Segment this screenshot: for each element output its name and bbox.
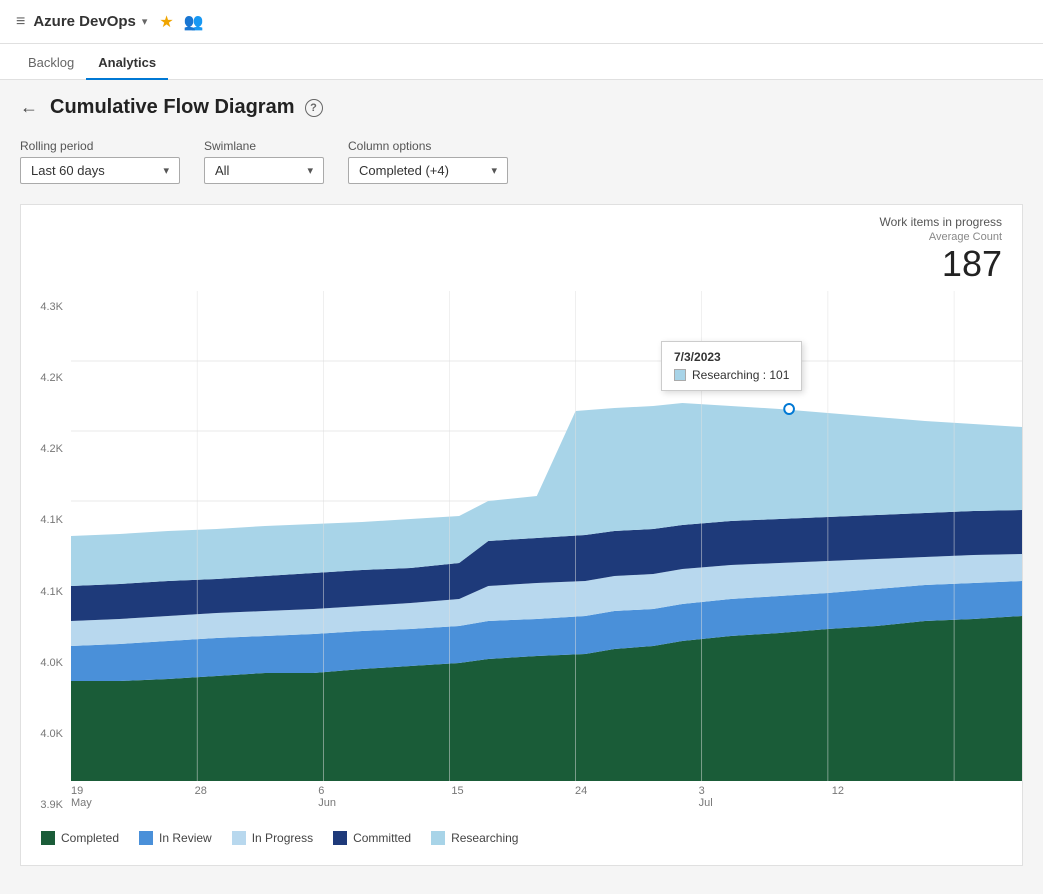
legend-researching: Researching (431, 831, 518, 845)
swimlane-value: All (215, 163, 229, 178)
x-axis: 19May 28 6Jun 15 24 3Jul (71, 785, 1022, 821)
legend-committed-label: Committed (353, 831, 411, 845)
legend-researching-box (431, 831, 445, 845)
y-label-2: 4.2K (21, 372, 71, 384)
swimlane-label: Swimlane (204, 139, 324, 153)
legend-in-review-box (139, 831, 153, 845)
legend-researching-label: Researching (451, 831, 518, 845)
chart-container: Work items in progress Average Count 187… (20, 204, 1023, 866)
y-label-5: 4.1K (21, 586, 71, 598)
legend-in-progress: In Progress (232, 831, 313, 845)
x-label-jun6: 6Jun (318, 785, 336, 809)
stats-value: 187 (21, 243, 1002, 285)
page-content: ← Cumulative Flow Diagram ? Rolling peri… (0, 80, 1043, 894)
x-label-may19: 19May (71, 785, 92, 809)
legend-in-review: In Review (139, 831, 212, 845)
legend-committed-box (333, 831, 347, 845)
app-header: ≡ Azure DevOps ▾ ★ 👥 (0, 0, 1043, 44)
people-icon[interactable]: 👥 (184, 12, 204, 32)
y-label-4: 4.1K (21, 514, 71, 526)
tab-backlog[interactable]: Backlog (16, 47, 86, 80)
swimlane-select[interactable]: All ▾ (204, 157, 324, 184)
column-options-value: Completed (+4) (359, 163, 449, 178)
legend-committed: Committed (333, 831, 411, 845)
y-label-8: 3.9K (21, 799, 71, 811)
rolling-period-select[interactable]: Last 60 days ▾ (20, 157, 180, 184)
legend-completed-box (41, 831, 55, 845)
help-icon[interactable]: ? (305, 99, 323, 117)
nav-tabs: Backlog Analytics (0, 44, 1043, 80)
swimlane-chevron: ▾ (307, 164, 313, 177)
filters-row: Rolling period Last 60 days ▾ Swimlane A… (20, 139, 1023, 184)
x-label-12: 12 (832, 785, 844, 797)
cumulative-flow-chart[interactable] (71, 291, 1022, 781)
chart-stats: Work items in progress Average Count 187 (21, 215, 1022, 291)
legend-completed: Completed (41, 831, 119, 845)
legend-completed-label: Completed (61, 831, 119, 845)
rolling-period-chevron: ▾ (163, 164, 169, 177)
legend-in-progress-box (232, 831, 246, 845)
x-label-28: 28 (195, 785, 207, 797)
chart-legend: Completed In Review In Progress Committe… (21, 821, 1022, 855)
y-label-3: 4.2K (21, 443, 71, 455)
rolling-period-value: Last 60 days (31, 163, 105, 178)
column-options-select[interactable]: Completed (+4) ▾ (348, 157, 508, 184)
swimlane-filter: Swimlane All ▾ (204, 139, 324, 184)
column-options-filter: Column options Completed (+4) ▾ (348, 139, 508, 184)
page-title: Cumulative Flow Diagram (50, 96, 295, 119)
app-title: Azure DevOps (33, 13, 136, 30)
column-options-chevron: ▾ (491, 164, 497, 177)
rolling-period-label: Rolling period (20, 139, 180, 153)
stats-label: Work items in progress Average Count (21, 215, 1002, 243)
chart-area: 4.3K 4.2K 4.2K 4.1K 4.1K 4.0K 4.0K 3.9K (21, 291, 1022, 821)
menu-icon: ≡ (16, 13, 25, 31)
x-label-15: 15 (451, 785, 463, 797)
favorite-icon[interactable]: ★ (159, 12, 173, 32)
rolling-period-filter: Rolling period Last 60 days ▾ (20, 139, 180, 184)
back-button[interactable]: ← (20, 97, 38, 118)
x-label-24: 24 (575, 785, 587, 797)
y-label-7: 4.0K (21, 728, 71, 740)
x-label-jul3: 3Jul (699, 785, 713, 809)
page-header: ← Cumulative Flow Diagram ? (20, 96, 1023, 119)
y-label-6: 4.0K (21, 657, 71, 669)
tab-analytics[interactable]: Analytics (86, 47, 168, 80)
y-label-1: 4.3K (21, 301, 71, 313)
column-options-label: Column options (348, 139, 508, 153)
chart-svg-wrapper: 7/3/2023 Researching : 101 (71, 291, 1022, 781)
y-axis: 4.3K 4.2K 4.2K 4.1K 4.1K 4.0K 4.0K 3.9K (21, 291, 71, 821)
chevron-down-icon[interactable]: ▾ (142, 15, 148, 28)
legend-in-review-label: In Review (159, 831, 212, 845)
legend-in-progress-label: In Progress (252, 831, 313, 845)
